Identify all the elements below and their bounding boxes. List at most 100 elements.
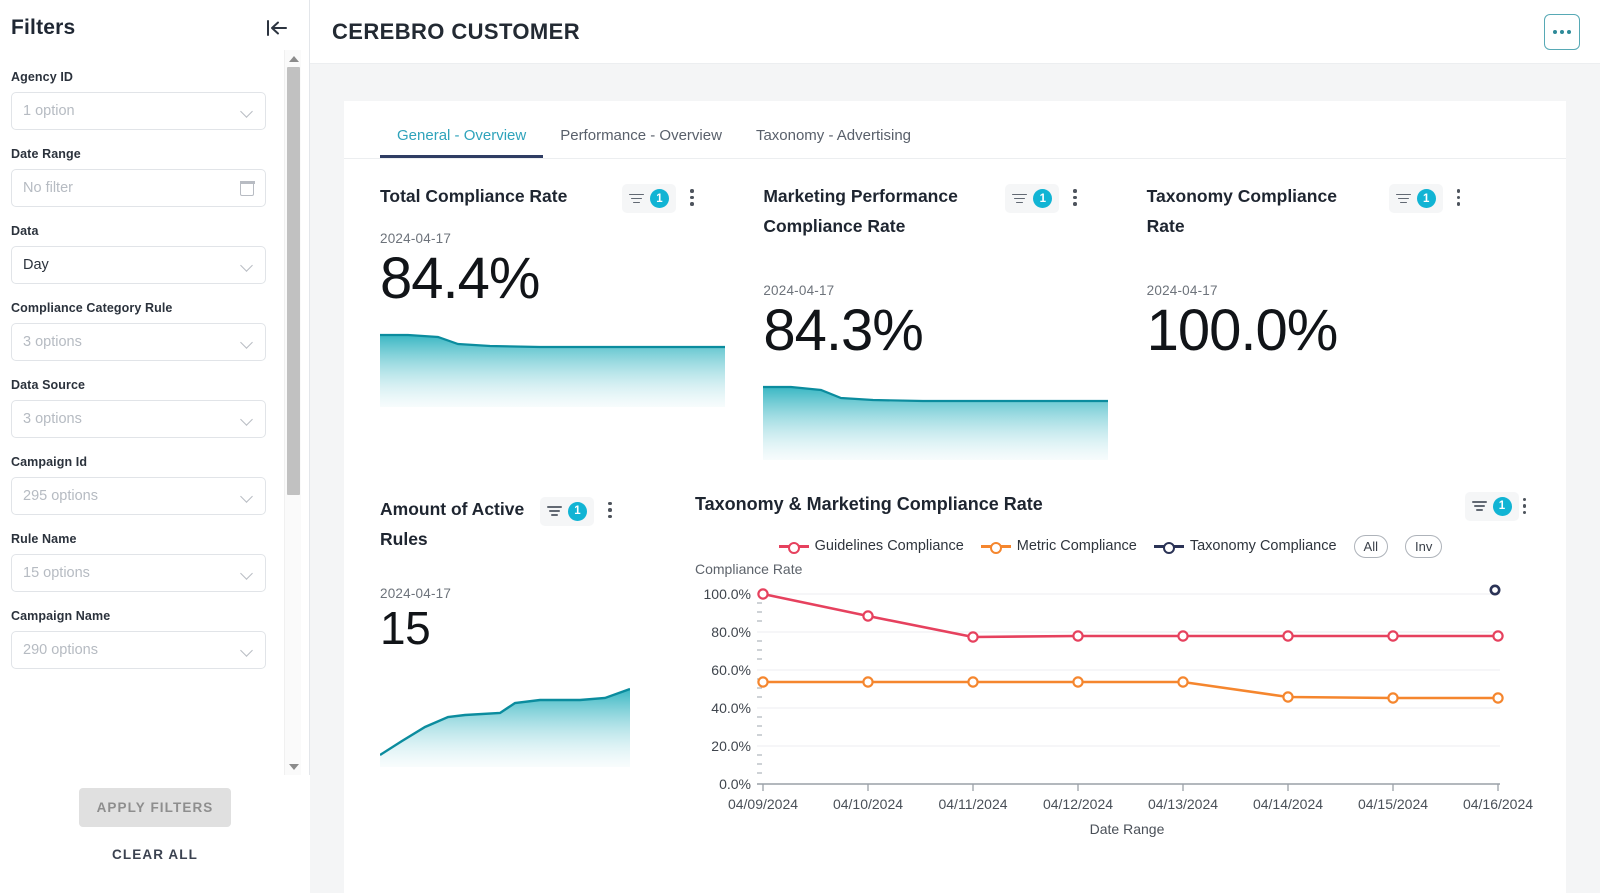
kpi-value: 100.0% [1146, 298, 1339, 364]
kpi-title: Marketing Performance Compliance Rate [763, 186, 958, 237]
kpi-more-menu-icon[interactable] [604, 496, 616, 525]
kpi-date: 2024-04-17 [763, 283, 835, 299]
second-row: Amount of Active Rules 1 2024-04-17 15 T… [380, 491, 1533, 838]
filter-label: Date Range [11, 147, 81, 161]
svg-text:04/12/2024: 04/12/2024 [1043, 796, 1113, 812]
filter-value: 295 options [23, 488, 98, 504]
kpi-header: Total Compliance Rate 1 [380, 181, 749, 213]
kpi-header: Taxonomy Compliance Rate 1 [1147, 181, 1516, 241]
legend-item-metric-compliance[interactable]: Metric Compliance [980, 538, 1137, 554]
filters-scroll-area[interactable]: Agency ID 1 option Date Range No filter … [0, 56, 310, 776]
filter-count-badge: 1 [568, 501, 587, 521]
kpi-more-menu-icon[interactable] [686, 183, 698, 212]
kpi-card-amount-of-active-rules: Amount of Active Rules 1 2024-04-17 15 [380, 494, 685, 838]
kpi-date: 2024-04-17 [380, 231, 452, 246]
filter-value: 3 options [23, 411, 82, 427]
chart-header: Taxonomy & Marketing Compliance Rate 1 [695, 491, 1531, 521]
kpi-sparkline [380, 329, 725, 408]
filter-label: Campaign Name [11, 609, 111, 623]
tab-taxonomy-advertising[interactable]: Taxonomy - Advertising [739, 121, 928, 158]
filters-title: Filters [11, 16, 76, 39]
filter-value: 15 options [23, 565, 90, 581]
filters-list: Agency ID 1 option Date Range No filter … [0, 56, 310, 696]
kpi-filter-chip[interactable]: 1 [1388, 184, 1443, 213]
filter-select-agency-id[interactable]: 1 option [11, 92, 266, 130]
apply-filters-button[interactable]: APPLY FILTERS [79, 788, 231, 827]
svg-text:04/15/2024: 04/15/2024 [1358, 796, 1428, 812]
filter-group-data-source: Data Source 3 options [11, 378, 266, 438]
kpi-more-menu-icon[interactable] [1069, 183, 1081, 212]
legend-invert-button[interactable]: Inv [1404, 534, 1443, 559]
tab-general-overview[interactable]: General - Overview [380, 121, 544, 158]
legend-item-guidelines-compliance[interactable]: Guidelines Compliance [778, 538, 964, 555]
legend-marker-icon [980, 539, 1011, 554]
series-points-guidelines-compliance [757, 588, 1504, 643]
filter-select-data[interactable]: Day [11, 246, 266, 284]
legend-marker-icon [778, 539, 809, 554]
kpi-header: Amount of Active Rules 1 [380, 494, 685, 554]
svg-text:04/16/2024: 04/16/2024 [1463, 796, 1533, 812]
widgets-grid: Total Compliance Rate 1 2024-04-17 84.4% [344, 159, 1566, 837]
kpi-filter-chip[interactable]: 1 [540, 496, 594, 526]
dashboard-canvas: General - Overview Performance - Overvie… [310, 64, 1600, 893]
filter-select-date-range[interactable]: No filter [11, 169, 266, 207]
kpi-filter-chip[interactable]: 1 [622, 184, 676, 213]
filter-group-data: Data Day [11, 224, 266, 284]
chevron-down-icon [241, 492, 254, 500]
filter-count-badge: 1 [1492, 496, 1512, 516]
filter-icon [629, 193, 644, 205]
x-axis-ticks [762, 784, 1499, 792]
filters-actions: APPLY FILTERS CLEAR ALL [0, 775, 310, 893]
legend-select-all-button[interactable]: All [1353, 534, 1388, 559]
chart-filter-chip[interactable]: 1 [1464, 491, 1519, 521]
filter-select-rule-name[interactable]: 15 options [11, 554, 266, 592]
svg-text:04/14/2024: 04/14/2024 [1253, 796, 1323, 812]
filter-label: Data [11, 224, 39, 238]
dashboard-tabs: General - Overview Performance - Overvie… [344, 101, 1566, 159]
clear-all-button[interactable]: CLEAR ALL [98, 839, 212, 870]
kpi-sparkline [380, 675, 630, 768]
kpi-title: Total Compliance Rate [380, 186, 568, 206]
filter-group-agency-id: Agency ID 1 option [11, 70, 266, 130]
legend-label: Guidelines Compliance [814, 538, 964, 555]
tab-performance-overview[interactable]: Performance - Overview [543, 121, 739, 158]
legend-item-taxonomy-compliance[interactable]: Taxonomy Compliance [1153, 538, 1337, 555]
svg-text:04/11/2024: 04/11/2024 [938, 796, 1007, 812]
filter-icon [1471, 500, 1487, 512]
dashboard-sheet: General - Overview Performance - Overvie… [344, 101, 1566, 893]
filter-select-campaign-name[interactable]: 290 options [11, 631, 266, 669]
kpi-card-marketing-performance-compliance-rate: Marketing Performance Compliance Rate 1 … [763, 181, 1146, 460]
filter-select-data-source[interactable]: 3 options [11, 400, 266, 438]
filter-value: 1 option [23, 103, 75, 119]
filter-count-badge: 1 [1033, 189, 1053, 208]
chart-title: Taxonomy & Marketing Compliance Rate [695, 493, 1043, 514]
svg-text:20.0%: 20.0% [711, 738, 751, 754]
kpi-filter-chip[interactable]: 1 [1005, 184, 1060, 213]
kpi-more-menu-icon[interactable] [1453, 183, 1465, 212]
y-axis-minor-ticks [757, 602, 762, 774]
filter-group-rule-name: Rule Name 15 options [11, 532, 266, 592]
chevron-down-icon [241, 646, 254, 654]
filter-count-badge: 1 [650, 189, 669, 208]
scrollbar-thumb[interactable] [287, 67, 300, 495]
filters-sidebar: Filters Agency ID 1 option Date Range No… [0, 0, 310, 893]
svg-text:04/13/2024: 04/13/2024 [1148, 796, 1218, 812]
kpi-date: 2024-04-17 [380, 585, 452, 601]
filter-value: 290 options [23, 642, 98, 658]
filter-group-compliance-category-rule: Compliance Category Rule 3 options [11, 301, 266, 361]
legend-label: Taxonomy Compliance [1189, 538, 1337, 555]
chart-more-menu-icon[interactable] [1519, 492, 1531, 521]
scroll-up-icon[interactable] [285, 50, 302, 67]
sidebar-scrollbar[interactable] [284, 50, 301, 775]
filter-select-campaign-id[interactable]: 295 options [11, 477, 266, 515]
filter-group-campaign-id: Campaign Id 295 options [11, 455, 266, 515]
filter-value: No filter [23, 180, 73, 196]
kebab-horizontal-icon[interactable] [1544, 13, 1580, 50]
filter-select-compliance-category-rule[interactable]: 3 options [11, 323, 266, 361]
kpi-date: 2024-04-17 [1146, 283, 1218, 299]
x-axis-tick-labels: 04/09/2024 04/10/2024 04/11/2024 04/12/2… [728, 796, 1533, 812]
collapse-sidebar-icon[interactable] [263, 14, 291, 42]
kpi-header: Marketing Performance Compliance Rate 1 [763, 181, 1132, 241]
scroll-down-icon[interactable] [285, 758, 302, 775]
filter-icon [1395, 193, 1411, 205]
